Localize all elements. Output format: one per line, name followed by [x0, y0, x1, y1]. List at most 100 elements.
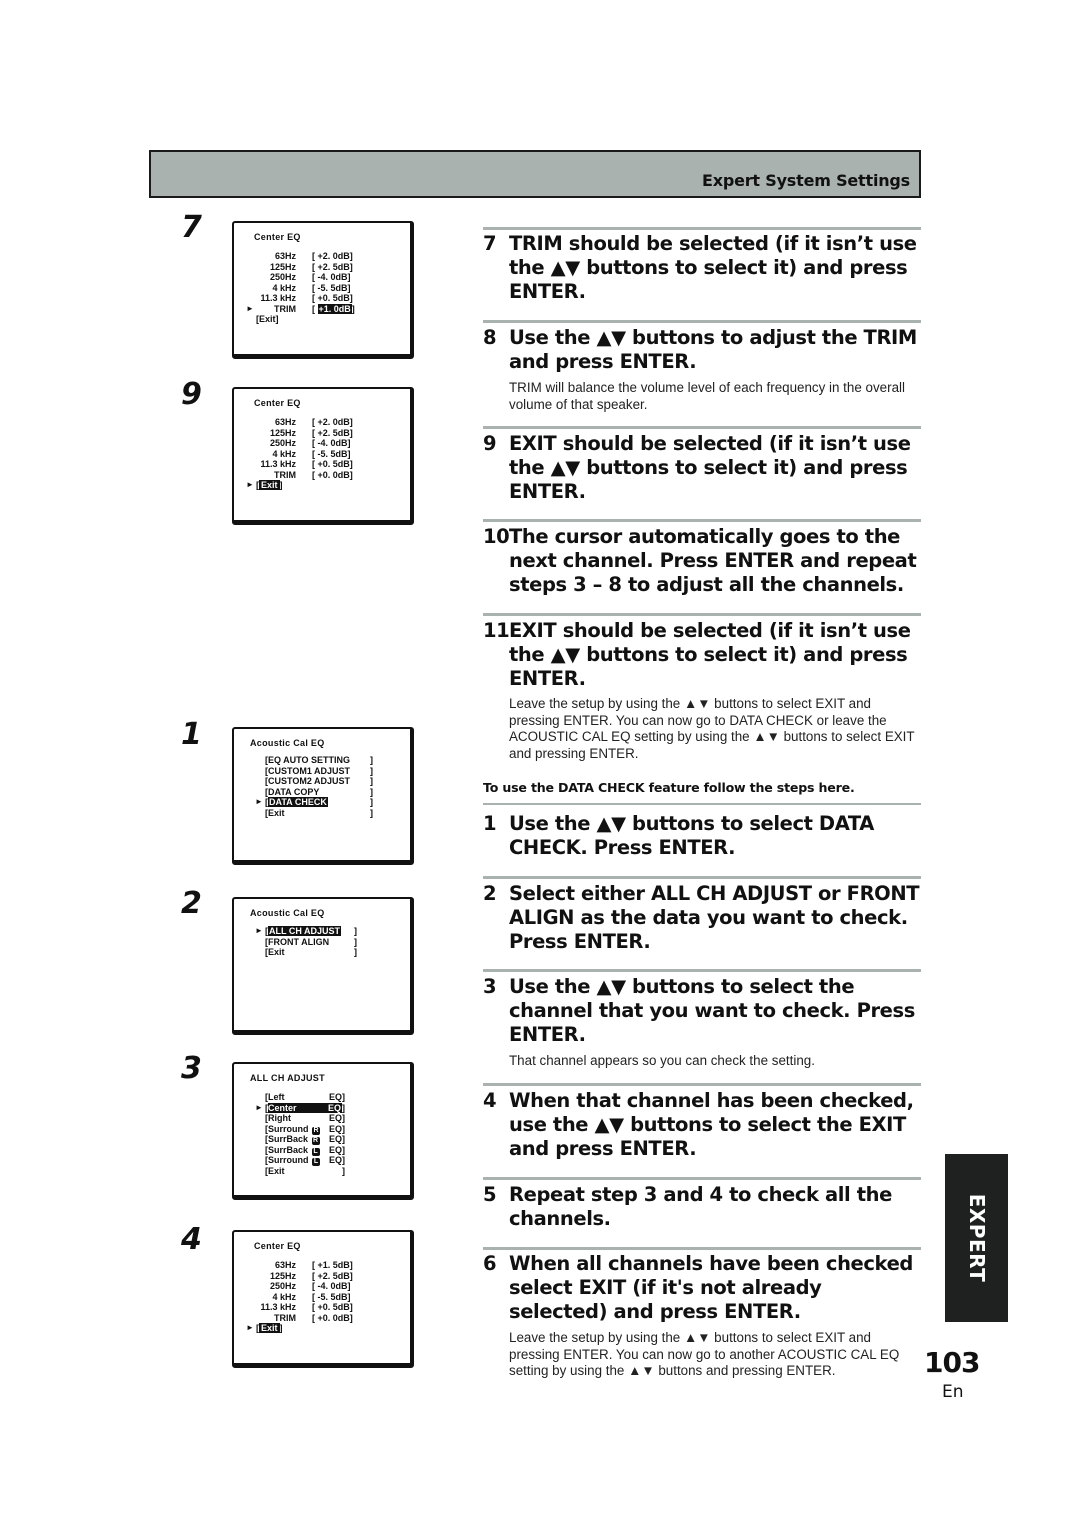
eq-band-label: 250Hz: [269, 1281, 296, 1291]
figure-number-7: 7: [181, 210, 202, 245]
exit-item: [Exit]: [256, 314, 279, 324]
eq-band-label: 125Hz: [269, 1270, 296, 1281]
exit-item-selected: [Exit]: [256, 1323, 283, 1333]
cursor-arrow-icon: ►: [255, 1102, 263, 1112]
step-divider: [483, 519, 921, 522]
channel-item: [Left EQ]: [265, 1092, 345, 1102]
language-code: En: [942, 1382, 964, 1402]
step-divider: [483, 1083, 921, 1086]
step-8-note: TRIM will balance the volume level of ea…: [509, 380, 905, 412]
screen-title: Center EQ: [254, 232, 301, 242]
eq-band-value: [ +1. 5dB]: [312, 1260, 353, 1270]
figure-number-2: 2: [181, 886, 202, 921]
eq-band-value: [ -4. 0dB]: [312, 438, 351, 448]
eq-band-label: TRIM: [274, 469, 296, 480]
figure-number-9: 9: [181, 377, 202, 412]
eq-band-value: [ -4. 0dB]: [312, 1281, 351, 1291]
eq-band-value: [ +0. 0dB]: [312, 1312, 353, 1323]
screen-title: Center EQ: [254, 398, 301, 408]
step-divider: [483, 227, 921, 230]
screen-title: Acoustic Cal EQ: [250, 908, 325, 918]
osd-screen-center-eq-check: Center EQ 63Hz [ +1. 5dB] 125Hz [ +2. 5dB]…: [232, 1230, 414, 1368]
eq-band-value: [ +0. 5dB]: [312, 293, 353, 303]
osd-screen-center-eq-exit: Center EQ 63Hz [ +2. 0dB] 125Hz [ +2. 5dB]…: [232, 387, 414, 525]
cursor-arrow-icon: ►: [246, 480, 254, 489]
step-11-instruction: 11 EXIT should be selected (if it isn’t u…: [483, 619, 911, 690]
eq-band-value-selected: [ +1. 0dB]: [312, 303, 355, 314]
step-10-instruction: 10 The cursor automatically goes to the n…: [483, 525, 917, 596]
expert-tab-label: EXPERT: [964, 1193, 989, 1283]
eq-band-label: 63Hz: [274, 1260, 296, 1270]
eq-band-label: 11.3 kHz: [260, 459, 296, 469]
eq-band-label: TRIM: [274, 1312, 296, 1323]
subheading-divider: [483, 803, 921, 805]
channel-item: [Exit]: [265, 1165, 345, 1176]
eq-band-label: TRIM: [274, 303, 296, 314]
step-7-instruction: 7 TRIM should be selected (if it isn’t us…: [483, 232, 917, 303]
osd-screen-data-check-menu: Acoustic Cal EQ ► [ALL CH ADJUST] [FRONT …: [232, 897, 414, 1035]
step-divider: [483, 969, 921, 972]
eq-band-value: [ -5. 5dB]: [312, 1291, 351, 1302]
eq-band-label: 63Hz: [274, 417, 296, 427]
figure-number-4: 4: [181, 1222, 202, 1257]
section-title: Expert System Settings: [701, 171, 910, 190]
eq-band-value: [ +2. 5dB]: [312, 261, 353, 272]
step-11-note: Leave the setup by using the ▲▼ buttons …: [509, 696, 915, 761]
cursor-arrow-icon: ►: [255, 797, 263, 806]
channel-item: [Surround R EQ]: [265, 1123, 345, 1135]
eq-band-value: [ -5. 5dB]: [312, 448, 351, 459]
eq-band-value: [ +0. 5dB]: [312, 459, 353, 469]
channel-item: [Surround L EQ]: [265, 1155, 345, 1166]
figure-number-1: 1: [181, 717, 202, 752]
step-8-instruction: 8 Use the ▲▼ buttons to adjust the TRIM a…: [483, 326, 917, 373]
step-9-instruction: 9 EXIT should be selected (if it isn’t us…: [483, 432, 911, 503]
menu-item: [EQ AUTO SETTING]: [265, 755, 373, 765]
data-check-step-6: 6 When all channels have been checked sel…: [483, 1252, 913, 1323]
expert-section-tab: EXPERT: [945, 1154, 1008, 1322]
channel-item: [SurrBack L EQ]: [265, 1144, 345, 1156]
screen-title: ALL CH ADJUST: [250, 1073, 325, 1083]
data-check-step-4: 4 When that channel has been checked, use…: [483, 1089, 914, 1160]
eq-band-value: [ +2. 5dB]: [312, 1270, 353, 1281]
eq-band-label: 11.3 kHz: [260, 293, 296, 303]
data-check-step-6-note: Leave the setup by using the ▲▼ buttons …: [509, 1330, 900, 1378]
data-check-step-3: 3 Use the ▲▼ buttons to select the channe…: [483, 975, 915, 1046]
cursor-arrow-icon: ►: [246, 303, 254, 313]
step-divider: [483, 320, 921, 323]
channel-item: [SurrBack R EQ]: [265, 1134, 345, 1145]
data-check-step-1: 1 Use the ▲▼ buttons to select DATA CHECK…: [483, 812, 874, 859]
step-divider: [483, 613, 921, 616]
menu-item: [FRONT ALIGN]: [265, 936, 357, 947]
step-divider: [483, 1247, 921, 1250]
menu-item: [CUSTOM2 ADJUST]: [265, 776, 373, 786]
step-divider: [483, 1177, 921, 1180]
eq-band-label: 63Hz: [274, 251, 296, 261]
eq-band-value: [ -4. 0dB]: [312, 272, 351, 282]
data-check-subheading: To use the DATA CHECK feature follow the…: [483, 780, 855, 795]
menu-item: [DATA COPY]: [265, 786, 373, 797]
eq-band-label: 4 kHz: [272, 282, 296, 293]
menu-item-selected: [ALL CH ADJUST]: [265, 926, 357, 936]
figure-number-3: 3: [181, 1051, 202, 1086]
step-divider: [483, 426, 921, 429]
eq-band-value: [ +0. 0dB]: [312, 469, 353, 480]
eq-band-value: [ +0. 5dB]: [312, 1302, 353, 1312]
osd-screen-center-eq-trim: Center EQ 63Hz [ +2. 0dB] 125Hz [ +2. 5dB]…: [232, 221, 414, 359]
menu-item: [Exit]: [265, 947, 357, 957]
screen-title: Acoustic Cal EQ: [250, 738, 325, 748]
screen-title: Center EQ: [254, 1241, 301, 1251]
channel-item-selected: [Center EQ]: [265, 1102, 345, 1113]
eq-band-label: 4 kHz: [272, 448, 296, 459]
eq-band-value: [ +2. 5dB]: [312, 427, 353, 438]
eq-band-value: [ +2. 0dB]: [312, 417, 353, 427]
eq-band-value: [ +2. 0dB]: [312, 251, 353, 261]
eq-band-label: 125Hz: [269, 261, 296, 272]
menu-item: [Exit]: [265, 807, 373, 818]
eq-band-label: 250Hz: [269, 272, 296, 282]
data-check-step-3-note: That channel appears so you can check th…: [509, 1053, 815, 1068]
eq-band-label: 11.3 kHz: [260, 1302, 296, 1312]
eq-band-label: 4 kHz: [272, 1291, 296, 1302]
cursor-arrow-icon: ►: [246, 1323, 254, 1332]
section-header-band: Expert System Settings: [149, 150, 921, 198]
cursor-arrow-icon: ►: [255, 926, 263, 935]
